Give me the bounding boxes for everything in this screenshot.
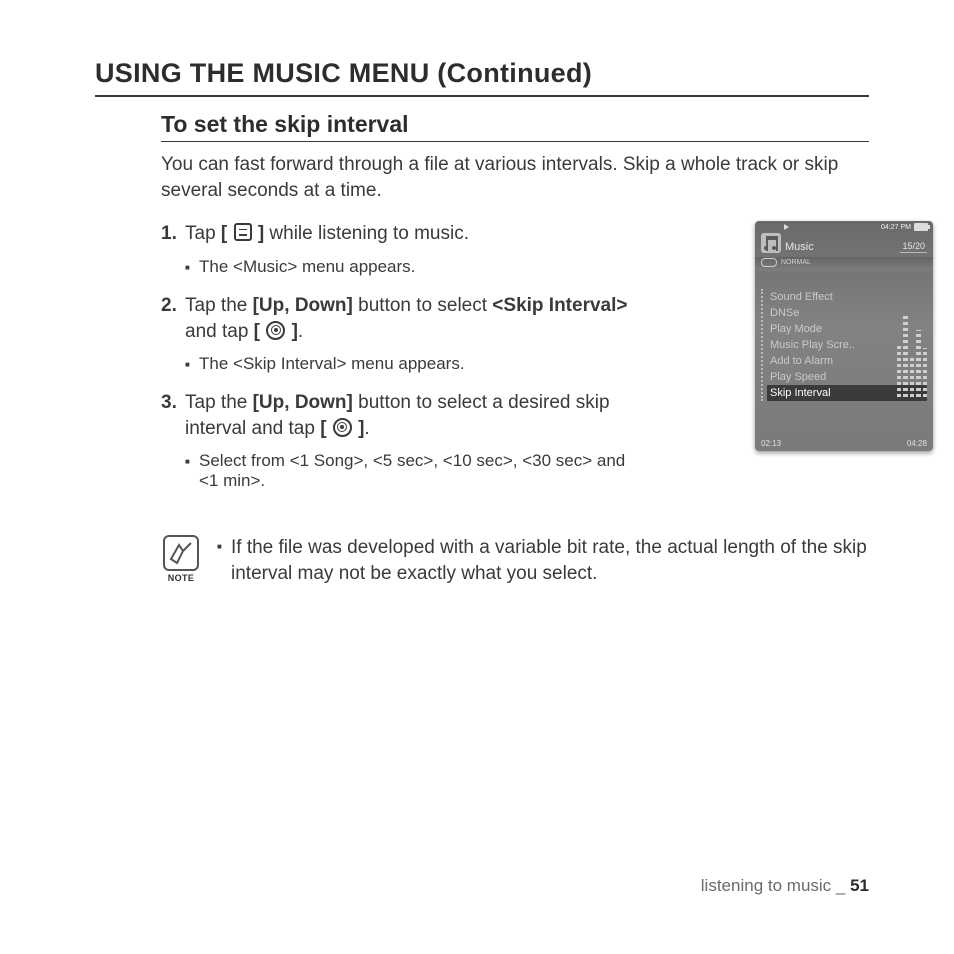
note-text: If the file was developed with a variabl… [231,535,869,586]
manual-page: USING THE MUSIC MENU (Continued) To set … [0,0,954,954]
device-track-count: 15/20 [900,241,927,253]
step-text: Tap the [185,392,253,413]
device-mode: NORMAL [781,259,811,266]
step-text: . [364,418,369,439]
step-3-sub: ■ Select from <1 Song>, <5 sec>, <10 sec… [185,451,641,491]
bullet-icon: ■ [185,354,199,374]
substep-text: The <Skip Interval> menu appears. [199,354,465,374]
note-block: NOTE ■ If the file was developed with a … [161,535,869,586]
step-1: 1. Tap [ ] while listening to music. [161,221,641,247]
step-2-sub: ■ The <Skip Interval> menu appears. [185,354,641,374]
step-text: button to select [353,295,492,316]
note-icon [163,535,199,571]
step-number: 2. [161,293,185,344]
device-time-elapsed: 02:13 [761,439,781,448]
device-clock: 04:27 PM [881,224,911,231]
device-screenshot: 04:27 PM Music 15/20 NORMAL Sound Effect… [755,221,933,451]
footer-chapter: listening to music _ [701,876,850,895]
step-2: 2. Tap the [Up, Down] button to select <… [161,293,641,344]
device-title-row: Music 15/20 [755,231,933,257]
device-status-bar: 04:27 PM [755,221,933,231]
section-intro: You can fast forward through a file at v… [161,152,869,203]
note-label: NOTE [161,573,201,583]
bullet-icon: ■ [185,451,199,491]
step-3: 3. Tap the [Up, Down] button to select a… [161,390,641,441]
step-number: 3. [161,390,185,441]
substep-text: The <Music> menu appears. [199,257,415,277]
step-number: 1. [161,221,185,247]
step-1-sub: ■ The <Music> menu appears. [185,257,641,277]
equalizer-icon [897,307,927,397]
page-footer: listening to music _ 51 [701,876,869,896]
substep-text: Select from <1 Song>, <5 sec>, <10 sec>,… [199,451,641,491]
step-text: Tap [185,223,221,244]
bracket-open: [ [221,223,227,244]
page-title: USING THE MUSIC MENU (Continued) [95,58,869,97]
section-title: To set the skip interval [161,111,869,142]
device-title: Music [785,241,814,253]
device-menu-item: Sound Effect [767,289,927,305]
bracket-open: [ [254,321,260,342]
step-bold: [Up, Down] [253,392,353,413]
step-bold: [Up, Down] [253,295,353,316]
device-mode-row: NORMAL [755,257,933,271]
step-text: while listening to music. [264,223,469,244]
select-icon [266,321,285,340]
menu-icon [234,223,252,241]
music-icon [761,233,781,253]
battery-icon [914,223,928,231]
step-text: and tap [185,321,254,342]
step-text: Tap the [185,295,253,316]
bullet-icon: ■ [185,257,199,277]
select-icon [333,418,352,437]
repeat-icon [761,258,777,267]
device-time-total: 04:28 [907,439,927,448]
step-text: . [298,321,303,342]
play-icon [784,224,789,230]
step-bold: <Skip Interval> [492,295,627,316]
bracket-open: [ [320,418,326,439]
footer-page-number: 51 [850,876,869,895]
bullet-icon: ■ [217,535,231,586]
device-time-row: 02:13 04:28 [761,439,927,448]
